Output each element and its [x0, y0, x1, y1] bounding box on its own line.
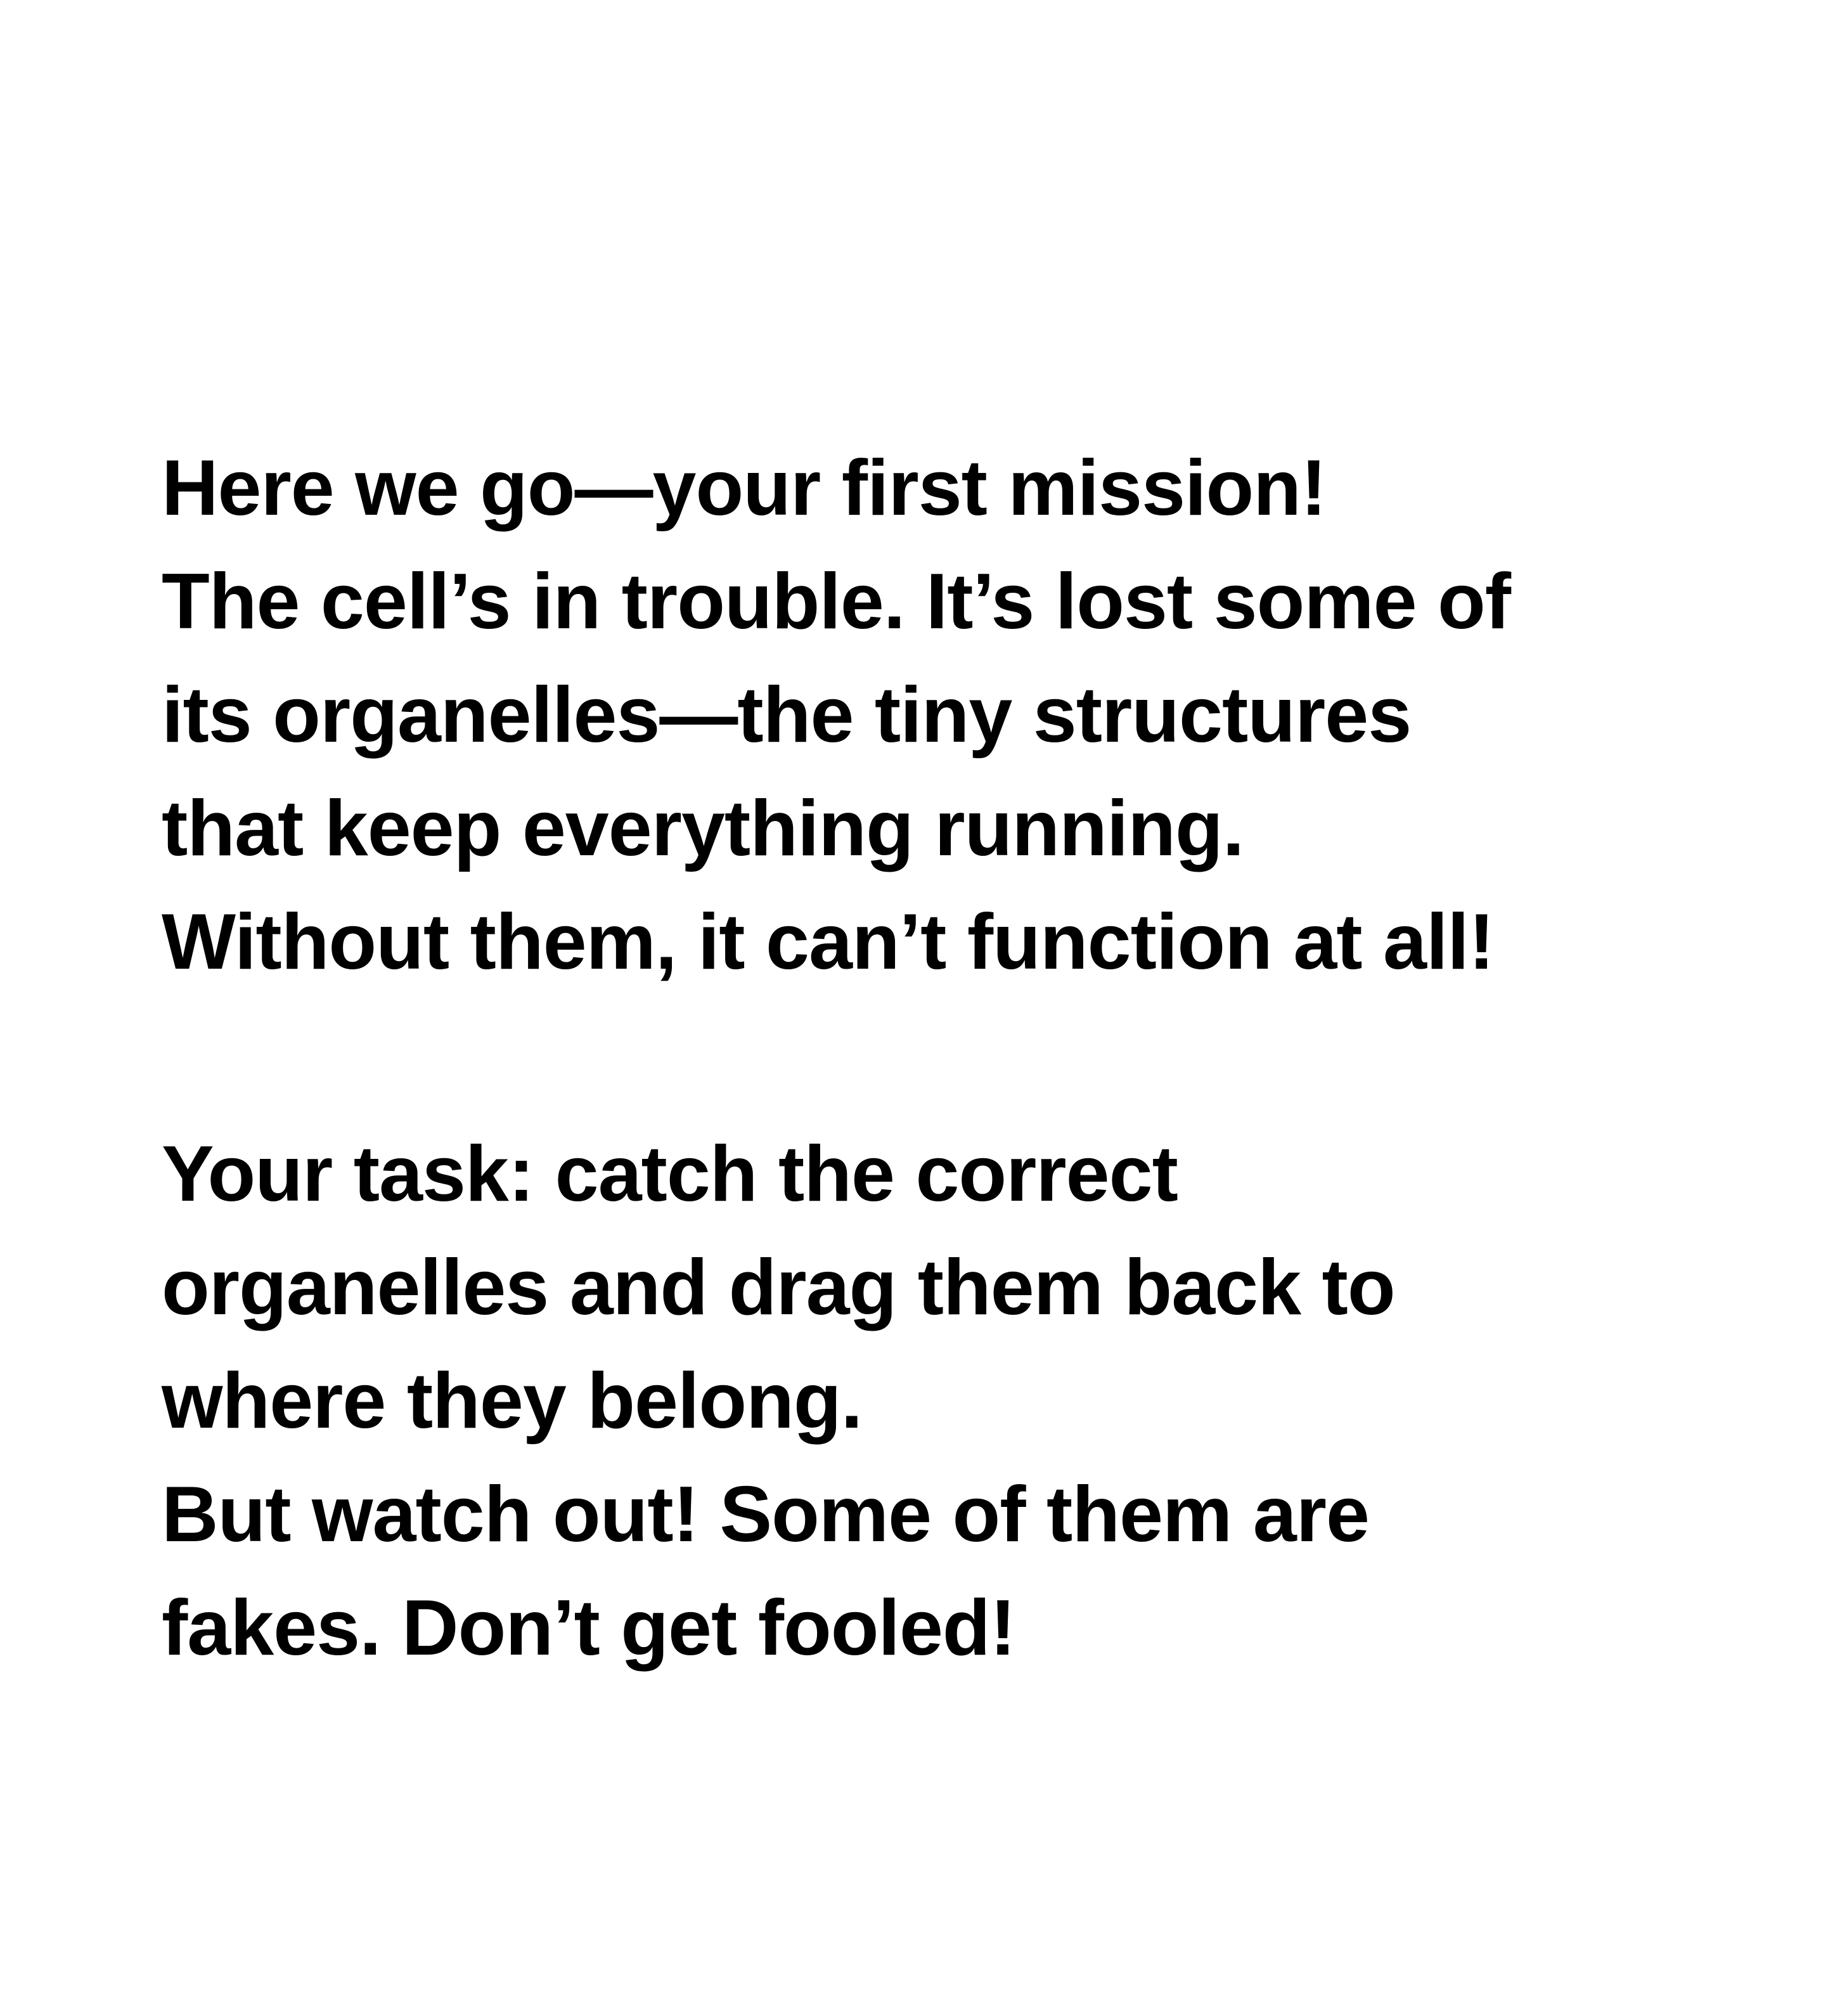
text-line: Here we go—your first mission!: [162, 444, 1327, 532]
text-line: Without them, it can’t function at all!: [162, 898, 1495, 986]
text-line: But watch out! Some of them are: [162, 1471, 1370, 1558]
text-line: fakes. Don’t get fooled!: [162, 1584, 1016, 1672]
text-line: Your task: catch the correct: [162, 1130, 1178, 1218]
intro-paragraph: Here we go—your first mission! The cell’…: [162, 432, 1511, 999]
text-line: organelles and drag them back to: [162, 1244, 1396, 1331]
task-paragraph: Your task: catch the correct organelles …: [162, 1118, 1396, 1685]
text-line: that keep everything running.: [162, 785, 1244, 872]
text-line: its organelles—the tiny structures: [162, 671, 1412, 759]
text-line: where they belong.: [162, 1357, 863, 1445]
text-line: The cell’s in trouble. It’s lost some of: [162, 558, 1511, 645]
